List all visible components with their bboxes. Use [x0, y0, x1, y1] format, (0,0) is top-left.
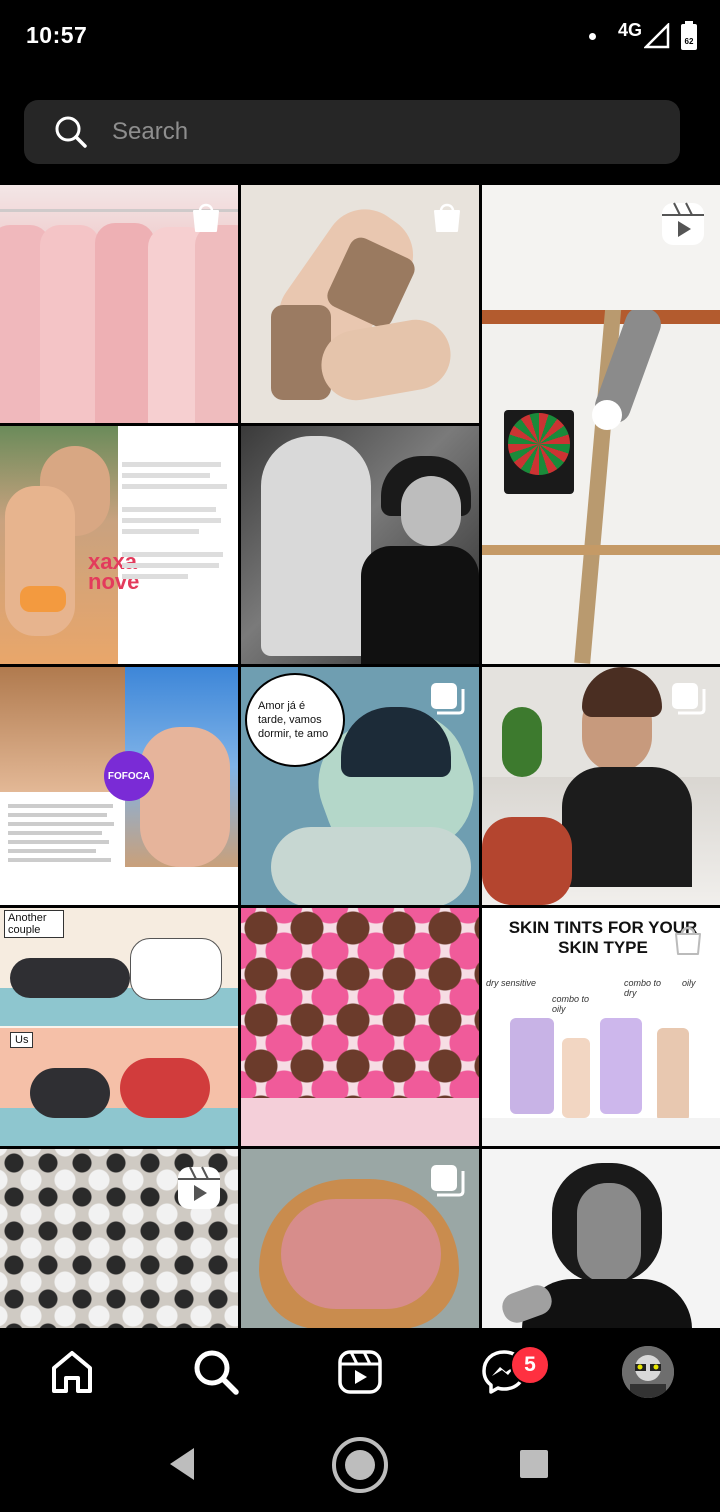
status-bar: 10:57 4G 62 — [0, 0, 720, 72]
grid-tile-another-couple-comic[interactable]: Another couple Us — [0, 908, 238, 1146]
search-nav-icon — [194, 1350, 239, 1395]
recents-icon[interactable] — [518, 1448, 550, 1480]
home-circle-icon[interactable] — [330, 1435, 390, 1495]
shopping-bag-icon — [675, 926, 701, 955]
status-time: 10:57 — [26, 22, 88, 48]
reels-icon — [662, 202, 704, 245]
grid-tile-skin-tints[interactable]: SKIN TINTS FOR YOUR SKIN TYPE dry sensit… — [482, 908, 720, 1146]
profile-avatar[interactable] — [622, 1346, 674, 1398]
explore-grid: xaxa nove FOFOCA Amor já é tarde, vamos … — [0, 185, 720, 1328]
grid-tile-kittens[interactable] — [0, 1149, 238, 1328]
nav-home-button[interactable] — [44, 1344, 100, 1400]
nav-search-button[interactable] — [188, 1344, 244, 1400]
fofoca-logo: FOFOCA — [107, 770, 151, 782]
reels-icon — [178, 1166, 220, 1209]
grid-tile-couple-tweets[interactable]: xaxa nove — [0, 426, 238, 664]
nav-reels-button[interactable] — [332, 1344, 388, 1400]
grid-tile-angel-statue-bw[interactable] — [241, 426, 479, 664]
avatar-image — [622, 1346, 674, 1398]
grid-tile-chocolate-truffles[interactable] — [241, 908, 479, 1146]
network-type: 4G — [617, 19, 642, 40]
grid-tile-pink-sweaters[interactable] — [0, 185, 238, 423]
shopping-bag-icon — [193, 203, 219, 232]
comic-label-bottom: Us — [10, 1032, 34, 1048]
comic-label-top: Another couple — [4, 910, 64, 938]
grid-tile-sandwich[interactable] — [241, 1149, 479, 1328]
grid-tile-cat-climbing-rope[interactable] — [482, 185, 720, 664]
home-icon — [52, 1351, 92, 1393]
grid-tile-cartoon-amor[interactable]: Amor já é tarde, vamos dormir, te amo — [241, 667, 479, 905]
reels-nav-icon — [338, 1350, 382, 1394]
skin-label-1: dry sensitive — [486, 978, 537, 988]
skin-label-4: oily — [682, 978, 696, 988]
skin-label-3: combo to dry — [624, 978, 662, 998]
grid-tile-woman-phone[interactable] — [482, 667, 720, 905]
search-input[interactable]: Search — [112, 118, 188, 146]
bottom-nav — [0, 1328, 720, 1416]
skin-label-2: combo to oily — [552, 994, 590, 1014]
battery-icon: 62 — [681, 21, 697, 50]
shopping-bag-icon — [434, 203, 460, 232]
carousel-icon — [431, 683, 465, 715]
carousel-icon — [431, 1165, 465, 1197]
back-icon[interactable] — [166, 1446, 198, 1482]
grid-tile-man-portrait-bw[interactable] — [482, 1149, 720, 1328]
carousel-icon — [672, 683, 706, 715]
speech-bubble-text: Amor já é tarde, vamos dormir, te amo — [258, 700, 329, 740]
grid-tile-gisele-fofoca[interactable]: FOFOCA — [0, 667, 238, 905]
svg-text:62: 62 — [685, 37, 694, 46]
notification-dot — [588, 32, 596, 40]
system-nav-bar — [0, 1416, 720, 1512]
messenger-badge: 5 — [510, 1345, 550, 1385]
grid-tile-boots[interactable] — [241, 185, 479, 423]
signal-icon — [644, 23, 670, 49]
search-bar[interactable]: Search — [24, 100, 680, 164]
search-icon — [55, 116, 87, 148]
